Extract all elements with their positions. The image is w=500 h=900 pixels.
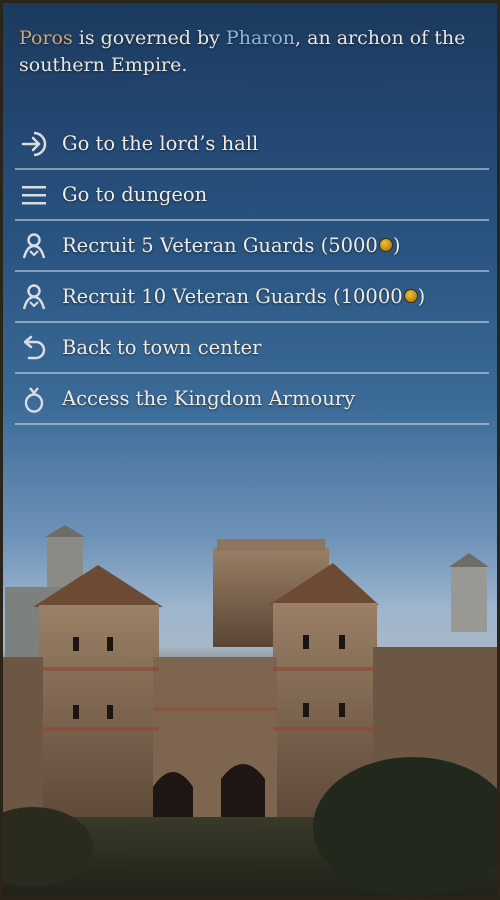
recruit-label-close: ) <box>392 234 401 257</box>
description-text-1: is governed by <box>72 27 226 49</box>
town-gate-illustration <box>3 525 497 897</box>
troop-icon <box>18 281 50 313</box>
menu-item-label: Recruit 10 Veteran Guards (10000) <box>62 285 425 308</box>
menu-item-town-center[interactable]: Back to town center <box>15 323 489 374</box>
menu-item-label: Access the Kingdom Armoury <box>62 387 356 410</box>
gold-coin-icon <box>378 238 393 252</box>
menu-item-label: Go to dungeon <box>62 183 208 206</box>
menu-item-kingdom-armoury[interactable]: Access the Kingdom Armoury <box>15 374 489 425</box>
menu-item-recruit-10[interactable]: Recruit 10 Veteran Guards (10000) <box>15 272 489 323</box>
settlement-name[interactable]: Poros <box>19 27 73 49</box>
town-action-menu: Go to the lord’s hall Go to dungeon Recr… <box>15 119 489 425</box>
menu-item-label: Back to town center <box>62 336 262 359</box>
recruit-label-text: Recruit 10 Veteran Guards (10000 <box>62 285 403 308</box>
town-menu-panel: Poros is governed by Pharon, an archon o… <box>0 0 500 900</box>
enter-arrow-icon <box>18 128 50 160</box>
armoury-pouch-icon <box>18 383 50 415</box>
menu-item-dungeon[interactable]: Go to dungeon <box>15 170 489 221</box>
gold-coin-icon <box>403 289 418 303</box>
lord-name[interactable]: Pharon <box>226 27 295 49</box>
menu-item-recruit-5[interactable]: Recruit 5 Veteran Guards (5000) <box>15 221 489 272</box>
menu-item-lords-hall[interactable]: Go to the lord’s hall <box>15 119 489 170</box>
settlement-description: Poros is governed by Pharon, an archon o… <box>19 25 479 79</box>
recruit-label-close: ) <box>417 285 426 308</box>
menu-item-label: Recruit 5 Veteran Guards (5000) <box>62 234 400 257</box>
menu-item-label: Go to the lord’s hall <box>62 132 259 155</box>
recruit-label-text: Recruit 5 Veteran Guards (5000 <box>62 234 378 257</box>
list-lines-icon <box>18 179 50 211</box>
return-arrow-icon <box>18 332 50 364</box>
troop-icon <box>18 230 50 262</box>
